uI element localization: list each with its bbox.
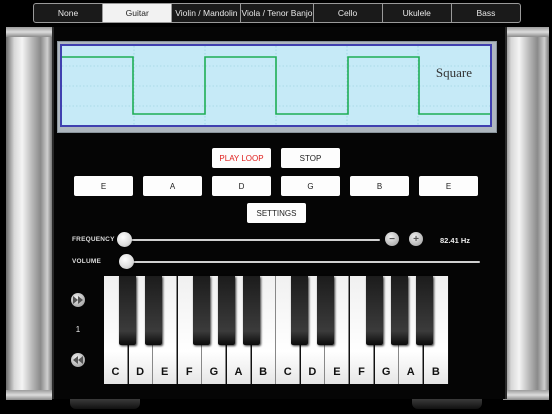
key-label: C bbox=[283, 366, 292, 378]
black-key-c-sharp-2[interactable] bbox=[291, 276, 308, 345]
instrument-tab-viola-tenor-banjo[interactable]: Viola / Tenor Banjo bbox=[240, 4, 313, 22]
stop-button[interactable]: STOP bbox=[281, 148, 340, 168]
instrument-tab-none[interactable]: None bbox=[34, 4, 102, 22]
frequency-label: FREQUENCY bbox=[72, 236, 115, 243]
rewind-icon bbox=[73, 356, 83, 364]
black-key-g-sharp[interactable] bbox=[218, 276, 235, 345]
string-button-5[interactable]: B bbox=[350, 176, 409, 196]
instrument-selector: None Guitar Violin / Mandolin Viola / Te… bbox=[33, 3, 521, 23]
frequency-value: 82.41 Hz bbox=[440, 236, 471, 245]
key-label: G bbox=[381, 366, 391, 378]
square-wave-trace bbox=[62, 56, 490, 115]
key-label: G bbox=[209, 366, 219, 378]
minus-icon: − bbox=[389, 233, 395, 245]
key-label: F bbox=[358, 366, 365, 378]
black-key-a-sharp[interactable] bbox=[243, 276, 260, 345]
octave-down-button[interactable] bbox=[71, 353, 85, 367]
key-label: B bbox=[431, 366, 440, 378]
string-button-2[interactable]: A bbox=[143, 176, 202, 196]
key-label: D bbox=[308, 366, 317, 378]
instrument-tab-guitar[interactable]: Guitar bbox=[102, 4, 172, 22]
waveform-type-label: Square bbox=[435, 65, 472, 80]
plus-icon: + bbox=[413, 233, 419, 245]
left-speaker-bottom-cap bbox=[6, 390, 52, 400]
waveform-display: Square bbox=[60, 44, 492, 127]
instrument-tab-cello[interactable]: Cello bbox=[312, 4, 382, 22]
instrument-tab-violin-mandolin[interactable]: Violin / Mandolin bbox=[171, 4, 240, 22]
string-button-6[interactable]: E bbox=[419, 176, 478, 196]
key-label: E bbox=[161, 366, 169, 378]
settings-button[interactable]: SETTINGS bbox=[247, 203, 306, 223]
volume-slider-thumb[interactable] bbox=[119, 254, 134, 269]
black-key-f-sharp-2[interactable] bbox=[366, 276, 383, 345]
fast-forward-icon bbox=[73, 296, 83, 304]
frequency-increase-button[interactable]: + bbox=[409, 232, 423, 246]
key-label: D bbox=[136, 366, 145, 378]
right-speaker-panel bbox=[503, 27, 549, 400]
key-label: A bbox=[406, 366, 415, 378]
right-speaker-top-cap bbox=[503, 27, 549, 37]
black-key-c-sharp[interactable] bbox=[119, 276, 136, 345]
waveform-graph bbox=[62, 46, 490, 125]
key-label: B bbox=[259, 366, 268, 378]
volume-label: VOLUME bbox=[72, 258, 102, 265]
volume-slider-track[interactable] bbox=[126, 261, 480, 263]
black-key-f-sharp[interactable] bbox=[193, 276, 210, 345]
left-foot bbox=[70, 399, 140, 409]
right-speaker-bottom-cap bbox=[503, 390, 549, 400]
play-loop-button[interactable]: PLAY LOOP bbox=[212, 148, 271, 168]
black-key-d-sharp[interactable] bbox=[145, 276, 162, 345]
left-speaker-top-cap bbox=[6, 27, 52, 37]
key-label: E bbox=[333, 366, 341, 378]
black-key-a-sharp-2[interactable] bbox=[416, 276, 433, 345]
string-button-4[interactable]: G bbox=[281, 176, 340, 196]
instrument-tab-bass[interactable]: Bass bbox=[450, 4, 520, 22]
octave-up-button[interactable] bbox=[71, 293, 85, 307]
frequency-slider-thumb[interactable] bbox=[117, 232, 132, 247]
key-label: F bbox=[185, 366, 193, 378]
string-button-1[interactable]: E bbox=[74, 176, 133, 196]
key-label: C bbox=[111, 366, 120, 378]
black-key-g-sharp-2[interactable] bbox=[391, 276, 408, 345]
key-label: A bbox=[234, 366, 243, 378]
piano-keyboard: C D E F G A B C D E F G A B bbox=[104, 276, 449, 384]
instrument-tab-ukulele[interactable]: Ukulele bbox=[381, 4, 451, 22]
right-foot bbox=[412, 399, 482, 409]
octave-value: 1 bbox=[75, 325, 81, 334]
string-button-3[interactable]: D bbox=[212, 176, 271, 196]
frequency-decrease-button[interactable]: − bbox=[385, 232, 399, 246]
left-speaker-panel bbox=[6, 27, 52, 400]
frequency-slider-track[interactable] bbox=[124, 239, 380, 241]
black-key-d-sharp-2[interactable] bbox=[317, 276, 334, 345]
